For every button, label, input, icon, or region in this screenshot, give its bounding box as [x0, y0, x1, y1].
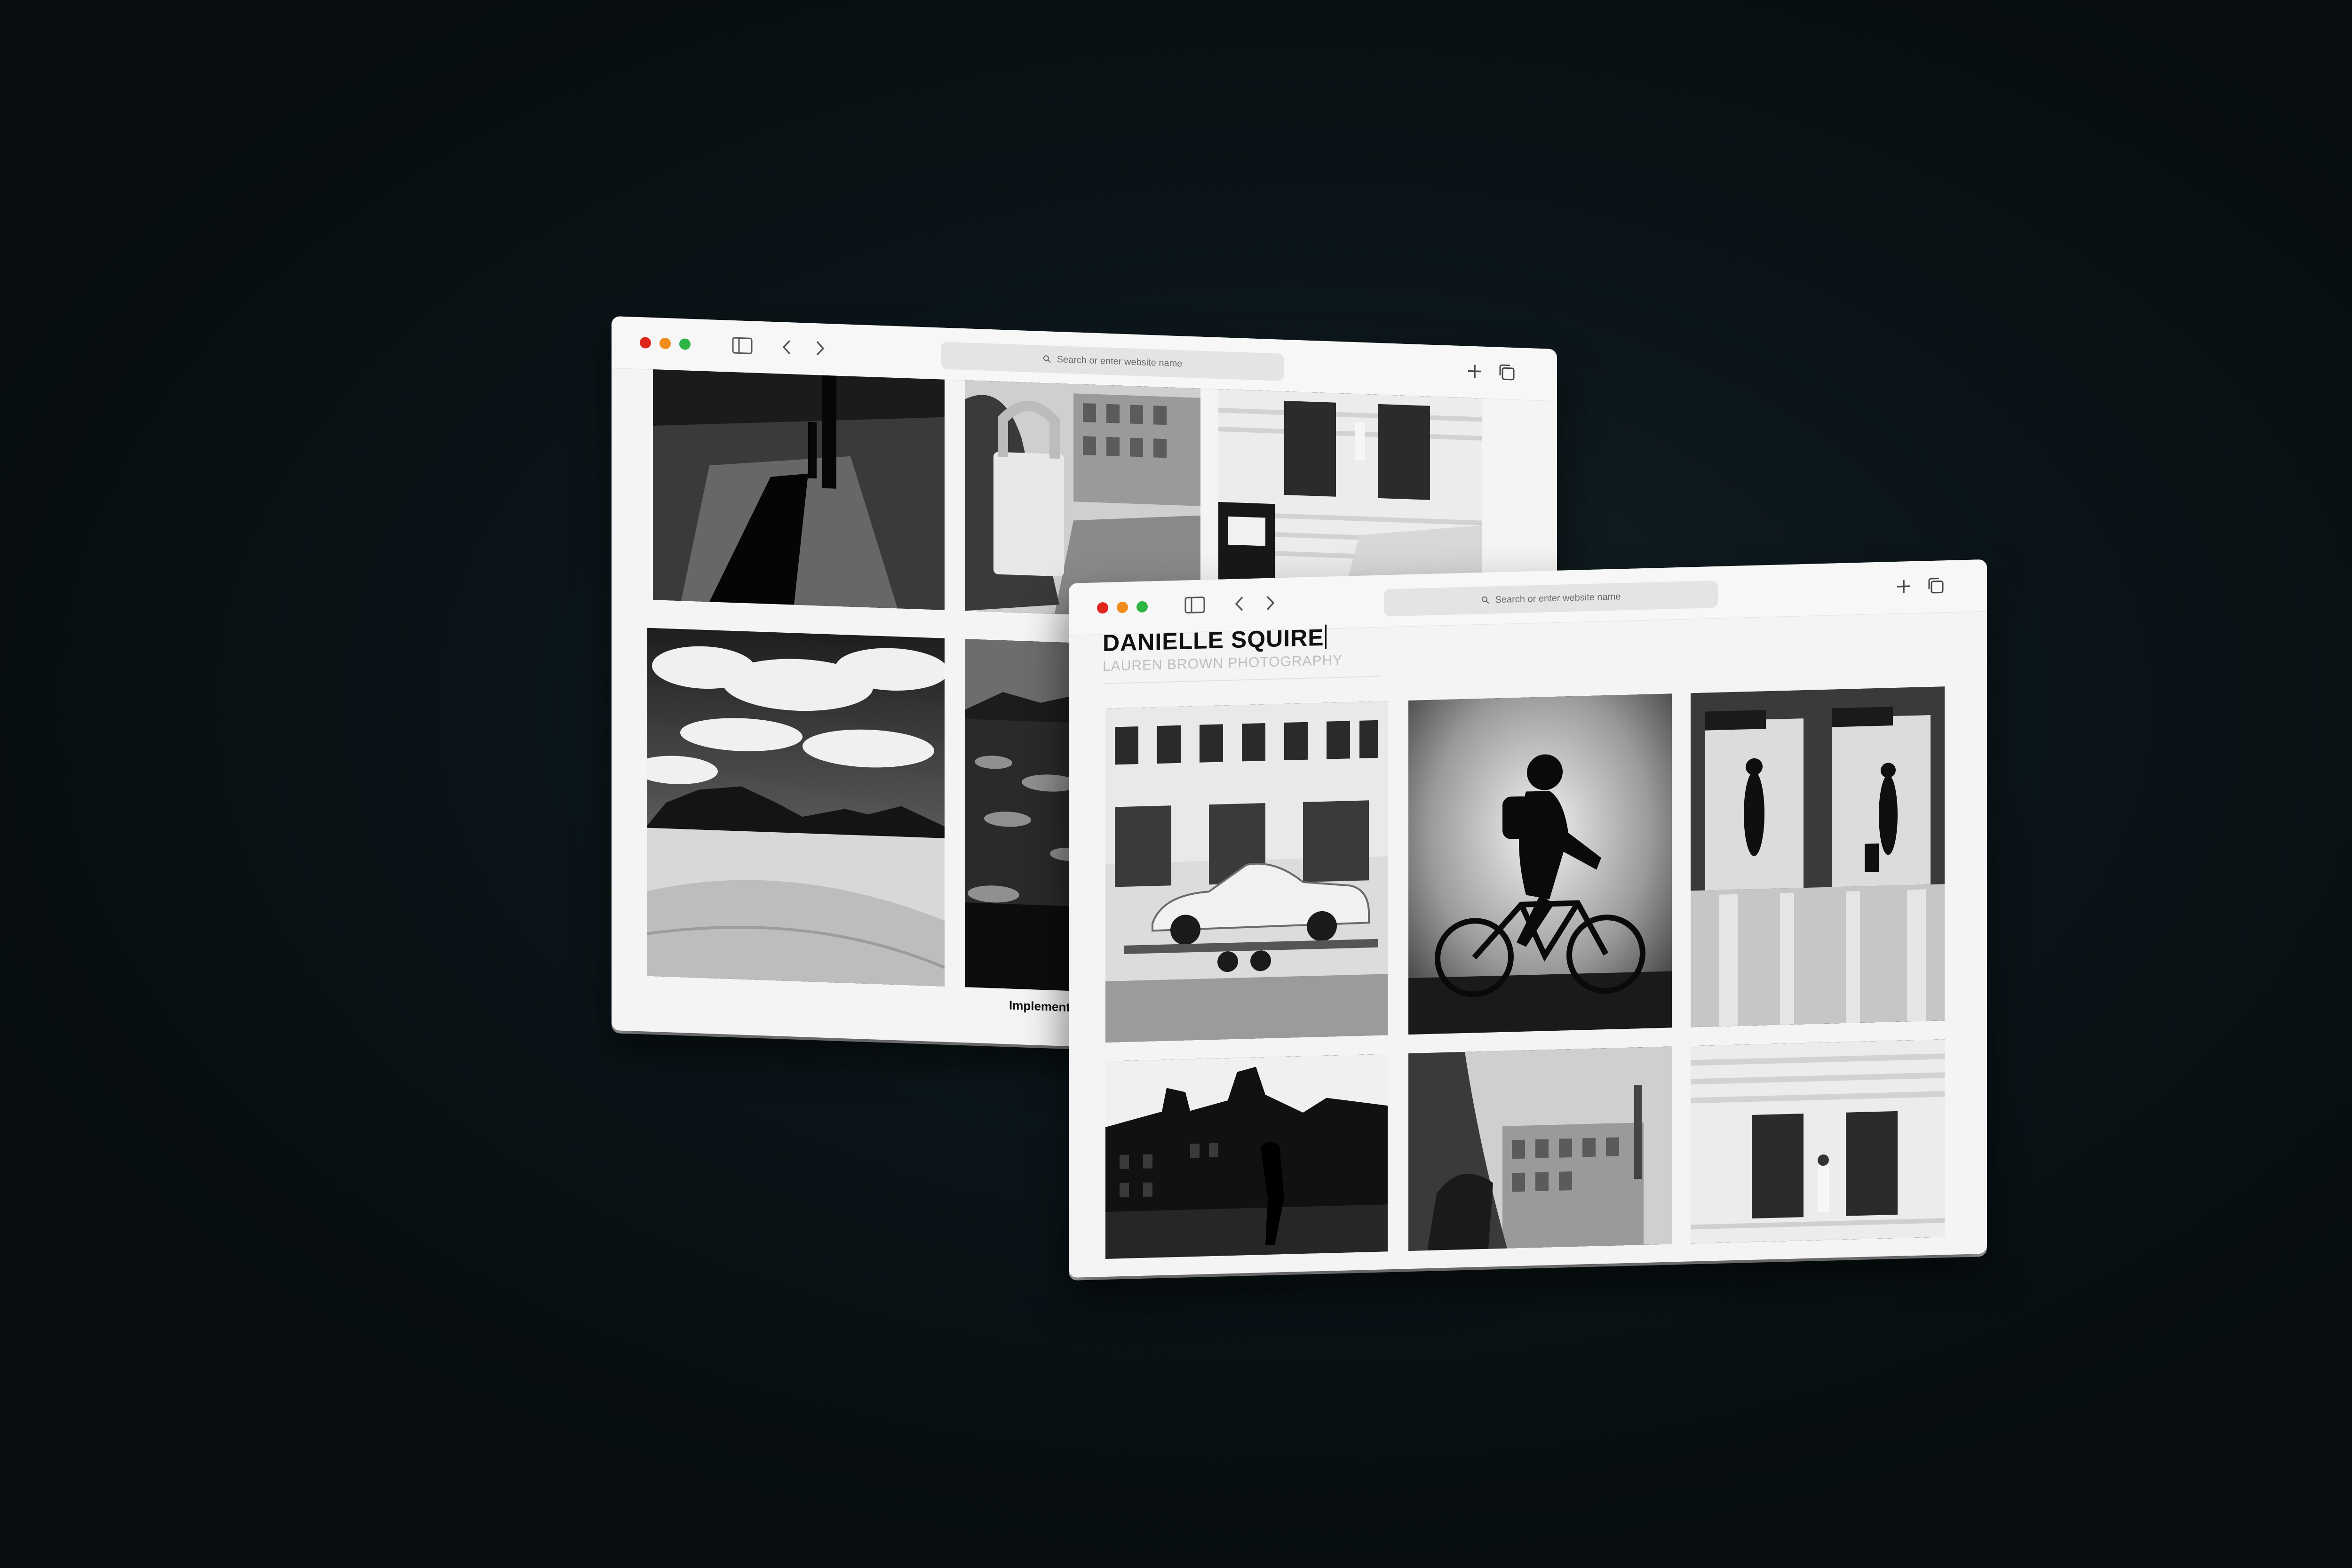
sidebar-icon[interactable]	[1184, 594, 1206, 616]
browser-window-front: Search or enter website name DANIELLE SQ…	[1069, 559, 1987, 1278]
minimize-button[interactable]	[660, 337, 671, 350]
chevron-left-icon[interactable]	[776, 336, 798, 358]
tabs-overview-icon[interactable]	[1496, 361, 1518, 384]
zoom-button[interactable]	[679, 338, 691, 350]
plus-icon[interactable]	[1464, 360, 1486, 382]
site-title: DANIELLE SQUIRE	[1103, 624, 1327, 657]
traffic-lights	[1097, 601, 1148, 614]
header-divider	[1103, 676, 1380, 685]
tabs-overview-icon[interactable]	[1925, 574, 1947, 597]
gallery-photo-desert-dunes[interactable]	[647, 628, 945, 987]
gallery-photo-lifts[interactable]	[1691, 686, 1945, 1027]
address-placeholder: Search or enter website name	[1495, 591, 1621, 605]
gallery-photo-classic-car[interactable]	[1105, 701, 1388, 1043]
traffic-lights	[640, 337, 691, 350]
chevron-left-icon[interactable]	[1229, 593, 1250, 615]
minimize-button[interactable]	[1117, 601, 1128, 613]
chevron-right-icon[interactable]	[1259, 592, 1281, 614]
text-cursor	[1325, 624, 1327, 649]
address-bar[interactable]: Search or enter website name	[941, 342, 1284, 381]
magnifier-icon	[1481, 596, 1489, 604]
close-button[interactable]	[640, 337, 651, 349]
address-placeholder: Search or enter website name	[1057, 354, 1183, 369]
gallery-photo-padlock-street[interactable]	[1408, 1046, 1672, 1251]
gallery-photo-cyclist[interactable]	[1408, 693, 1672, 1035]
gallery-photo-city-silhouette[interactable]	[1105, 1054, 1388, 1259]
magnifier-icon	[1043, 355, 1051, 363]
address-bar[interactable]: Search or enter website name	[1384, 580, 1718, 617]
chevron-right-icon[interactable]	[809, 337, 831, 360]
sidebar-icon[interactable]	[731, 334, 753, 357]
plus-icon[interactable]	[1893, 575, 1915, 597]
photo-caption: Implement	[1009, 998, 1071, 1015]
gallery-photo-building-facade[interactable]	[1691, 1039, 1945, 1244]
zoom-button[interactable]	[1136, 601, 1148, 613]
gallery-photo-walking-shadow[interactable]	[653, 369, 945, 610]
close-button[interactable]	[1097, 602, 1108, 614]
